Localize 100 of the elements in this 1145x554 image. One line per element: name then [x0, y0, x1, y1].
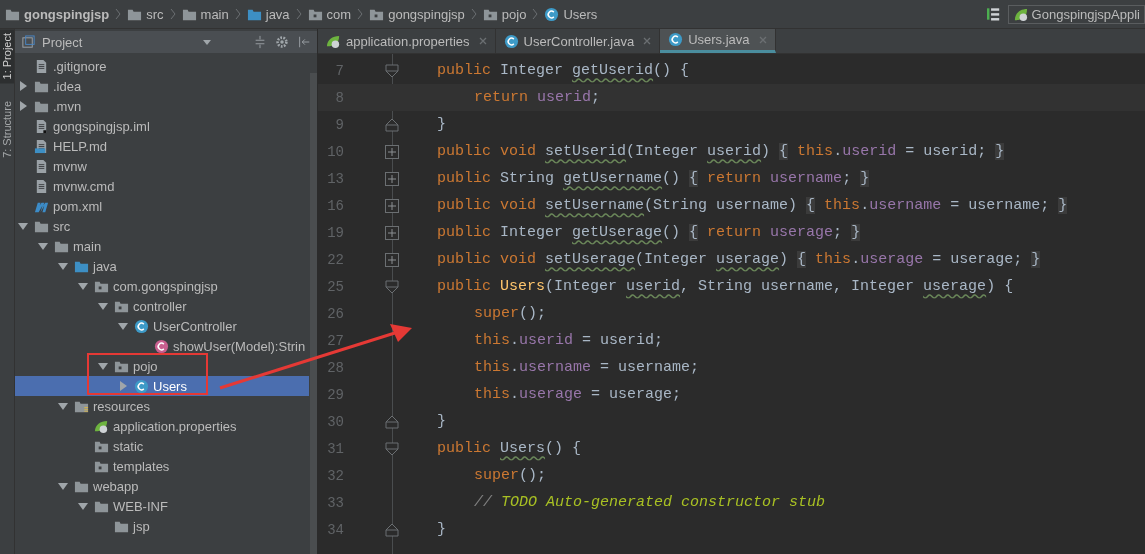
file-icon	[34, 58, 49, 74]
tree-item[interactable]: application.properties	[15, 416, 309, 436]
fold-marker-icon[interactable]	[384, 278, 400, 295]
tree-item[interactable]: main	[15, 236, 309, 256]
close-icon[interactable]	[478, 37, 487, 45]
tree-item[interactable]: pojo	[15, 356, 309, 376]
panel-title-dropdown[interactable]: Project	[21, 34, 195, 50]
collapsed-arrow-icon[interactable]	[118, 381, 128, 391]
collapse-icon[interactable]	[253, 35, 267, 49]
class-icon	[544, 6, 560, 22]
chevron-icon	[169, 8, 176, 20]
expand-icon[interactable]	[384, 197, 400, 214]
tree-item[interactable]: java	[15, 256, 309, 276]
fold-marker-icon[interactable]	[384, 521, 400, 538]
code-line: }	[437, 521, 446, 538]
tree-item[interactable]: .mvn	[15, 96, 309, 116]
code-line: public Users(Integer userid, String username, Integer userage) {	[437, 278, 1014, 295]
tree-item[interactable]: webapp	[15, 476, 309, 496]
tree-item[interactable]: showUser(Model):Strin	[15, 336, 309, 356]
breadcrumb-item[interactable]: Users	[541, 6, 601, 22]
editor-tab[interactable]: Users.java	[660, 29, 776, 53]
breadcrumb-item[interactable]: gongspingjsp	[2, 6, 113, 22]
tree-item[interactable]: pom.xml	[15, 196, 309, 216]
line-number: 26	[326, 305, 344, 322]
expand-icon[interactable]	[384, 251, 400, 268]
tree-item[interactable]: com.gongspingjsp	[15, 276, 309, 296]
line-number: 10	[326, 143, 344, 160]
fold-marker-icon[interactable]	[384, 413, 400, 430]
chevron-icon	[234, 8, 241, 20]
tree-item[interactable]: templates	[15, 456, 309, 476]
tree-item[interactable]: mvnw	[15, 156, 309, 176]
tree-item[interactable]: jsp	[15, 516, 309, 536]
class-icon	[134, 318, 149, 334]
expand-icon[interactable]	[384, 224, 400, 241]
expanded-arrow-icon[interactable]	[58, 401, 68, 411]
tree-item[interactable]: .gitignore	[15, 56, 309, 76]
tree-item[interactable]: HELP.md	[15, 136, 309, 156]
code-line: public void setUserage(Integer userage) { this.userage = userage; }	[437, 251, 1041, 268]
file-icon	[34, 158, 49, 174]
line-number: 34	[326, 521, 344, 538]
line-number: 27	[326, 332, 344, 349]
line-number: 31	[326, 440, 344, 457]
close-icon[interactable]	[758, 35, 767, 44]
tree-item[interactable]: Users	[15, 376, 309, 396]
line-number: 9	[334, 116, 344, 133]
code-line: public Users() {	[437, 440, 582, 457]
line-number: 33	[326, 494, 344, 511]
file-icon	[34, 178, 49, 194]
line-number: 7	[334, 62, 344, 79]
method-icon	[154, 338, 169, 354]
class-icon	[134, 378, 149, 394]
code-line: this.username = username;	[474, 359, 700, 376]
tree-item[interactable]: static	[15, 436, 309, 456]
line-number: 19	[326, 224, 344, 241]
scrollbar[interactable]	[310, 73, 317, 554]
leaf-icon	[326, 33, 341, 49]
breadcrumb-item[interactable]: src	[124, 6, 167, 22]
tree-item[interactable]: gongspingjsp.iml	[15, 116, 309, 136]
breadcrumb-item[interactable]: pojo	[479, 6, 530, 22]
tree-item[interactable]: controller	[15, 296, 309, 316]
tree-item[interactable]: UserController	[15, 316, 309, 336]
line-number: 16	[326, 197, 344, 214]
code-line: super();	[474, 305, 547, 322]
breadcrumb-item[interactable]: com	[304, 6, 355, 22]
leaf-icon	[1012, 6, 1028, 22]
tool-window-tab[interactable]: 1: Project	[0, 29, 14, 84]
breadcrumb-item[interactable]: main	[178, 6, 232, 22]
close-icon[interactable]	[643, 37, 652, 45]
code-line: return userid;	[474, 89, 601, 106]
hide-panel-icon[interactable]	[297, 35, 311, 49]
code-line: this.userage = userage;	[474, 386, 682, 403]
expand-icon[interactable]	[384, 170, 400, 187]
run-configuration-dropdown[interactable]: GongspingjspAppli	[1007, 4, 1145, 24]
tree-item[interactable]: WEB-INF	[15, 496, 309, 516]
chevron-icon	[357, 8, 364, 20]
breadcrumb-item[interactable]: gongspingjsp	[366, 6, 468, 22]
binary-icon	[986, 6, 1000, 22]
tree-item[interactable]: src	[15, 216, 309, 236]
settings-icon[interactable]	[275, 35, 289, 49]
class-icon	[503, 33, 519, 49]
line-number: 13	[326, 170, 344, 187]
tool-window-tab[interactable]: 7: Structure	[0, 97, 14, 163]
caret-icon[interactable]	[203, 39, 211, 45]
tree-item[interactable]: resources	[15, 396, 309, 416]
file-icon	[34, 138, 49, 154]
file-icon	[34, 118, 49, 134]
tree-item[interactable]: mvnw.cmd	[15, 176, 309, 196]
code-line: this.userid = userid;	[474, 332, 664, 349]
breadcrumb-item[interactable]: java	[243, 6, 293, 22]
code-line: super();	[474, 467, 547, 484]
tree-item[interactable]: .idea	[15, 76, 309, 96]
fold-marker-icon[interactable]	[384, 62, 400, 79]
fold-marker-icon[interactable]	[384, 440, 400, 457]
chevron-icon	[115, 8, 122, 20]
fold-marker-icon[interactable]	[384, 116, 400, 133]
expanded-arrow-icon[interactable]	[98, 361, 108, 371]
expand-icon[interactable]	[384, 143, 400, 160]
editor-tab[interactable]: application.properties	[318, 29, 496, 53]
window-icon	[21, 34, 36, 50]
line-number: 29	[326, 386, 344, 403]
